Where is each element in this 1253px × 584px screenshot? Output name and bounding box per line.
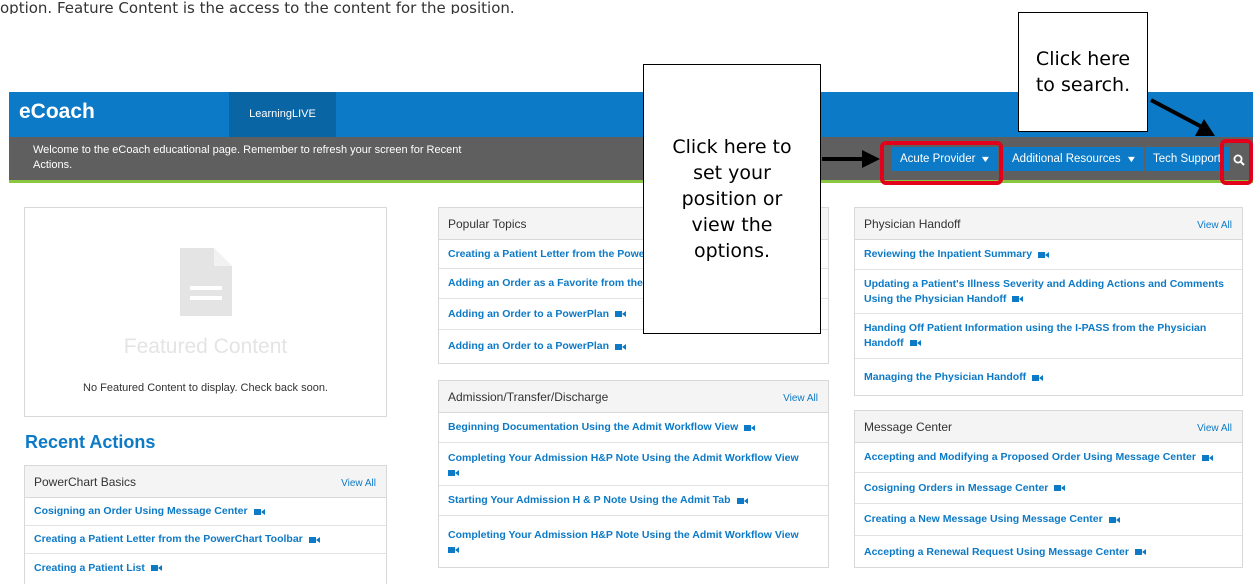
list-item[interactable]: Managing the Physician Handoff <box>855 359 1242 396</box>
video-camera-icon <box>1038 251 1050 258</box>
search-highlight <box>1220 139 1253 185</box>
view-all-link[interactable]: View All <box>341 478 376 489</box>
list-item-label: Cosigning Orders in Message Center <box>864 481 1049 494</box>
featured-content-title: Featured Content <box>123 335 288 358</box>
list-item-label: Managing the Physician Handoff <box>864 371 1027 383</box>
panel-title: Physician Handoff <box>864 217 961 231</box>
list-item-label: Completing Your Admission H&P Note Using… <box>448 529 799 541</box>
list-item[interactable]: Starting Your Admission H & P Note Using… <box>439 486 828 516</box>
list-item[interactable]: Completing Your Admission H&P Note Using… <box>439 516 828 566</box>
video-camera-icon <box>1012 295 1024 302</box>
panel-powerchart-basics: PowerChart Basics View All Cosigning an … <box>24 465 387 584</box>
video-camera-icon <box>909 340 921 347</box>
panel-title: PowerChart Basics <box>34 475 137 489</box>
list-item-text-wrap: Completing Your Admission H&P Note Using… <box>448 451 799 477</box>
panel-physician-handoff: Physician Handoff View All Reviewing the… <box>854 207 1243 396</box>
recent-actions-heading: Recent Actions <box>25 432 156 452</box>
additional-resources-label: Additional Resources <box>1012 153 1121 165</box>
tech-support-button[interactable]: Tech Support <box>1145 147 1229 171</box>
list-item-label: Creating a Patient List <box>34 561 145 574</box>
list-item-label: Beginning Documentation Using the Admit … <box>448 421 739 433</box>
list-item[interactable]: Completing Your Admission H&P Note Using… <box>439 443 828 486</box>
panel-title: Message Center <box>864 420 953 434</box>
list-item-text-wrap: Handing Off Patient Information using th… <box>864 321 1233 351</box>
video-camera-icon <box>615 343 627 350</box>
list-item[interactable]: Handing Off Patient Information using th… <box>855 314 1242 359</box>
list-item-label: Accepting a Renewal Request Using Messag… <box>864 545 1129 558</box>
list-item-label: Adding an Order to a PowerPlan <box>448 340 610 352</box>
view-all-link[interactable]: View All <box>783 393 818 404</box>
list-item[interactable]: Creating a New Message Using Message Cen… <box>855 504 1242 536</box>
panel-header: PowerChart Basics View All <box>25 466 386 498</box>
panel-header: Message Center View All <box>855 411 1242 443</box>
list-item[interactable]: Beginning Documentation Using the Admit … <box>439 413 828 443</box>
panel-message-center: Message Center View All Accepting and Mo… <box>854 410 1243 568</box>
app-logo[interactable]: eCoach <box>19 100 95 124</box>
video-camera-icon <box>1032 374 1044 381</box>
list-item-text-wrap: Updating a Patient's Illness Severity an… <box>864 277 1233 307</box>
video-camera-icon <box>150 565 162 571</box>
list-item[interactable]: Cosigning Orders in Message Center <box>855 473 1242 504</box>
list-item[interactable]: Updating a Patient's Illness Severity an… <box>855 270 1242 314</box>
welcome-message: Welcome to the eCoach educational page. … <box>33 144 462 171</box>
list-item-label: Adding an Order to a PowerPlan <box>448 307 610 320</box>
panel-title: Popular Topics <box>448 217 527 231</box>
document-icon <box>180 248 232 316</box>
panel-header: Admission/Transfer/Discharge View All <box>439 381 828 413</box>
list-item-label: Creating a New Message Using Message Cen… <box>864 513 1103 525</box>
video-camera-icon <box>1054 485 1066 491</box>
video-camera-icon <box>736 497 748 504</box>
video-camera-icon <box>1108 516 1120 523</box>
list-item-label: Creating a Patient Letter from the Power… <box>34 533 303 545</box>
video-camera-icon <box>253 508 265 515</box>
view-all-link[interactable]: View All <box>1197 220 1232 231</box>
chevron-down-icon: ▼ <box>1125 154 1137 164</box>
list-item-label: Updating a Patient's Illness Severity an… <box>864 277 1224 305</box>
video-camera-icon <box>615 311 627 317</box>
list-item-label: Starting Your Admission H & P Note Using… <box>448 494 731 506</box>
callout-position: Click here to set your position or view … <box>643 64 821 334</box>
panel-title: Admission/Transfer/Discharge <box>448 390 609 404</box>
list-item[interactable]: Accepting a Renewal Request Using Messag… <box>855 536 1242 568</box>
callout-search-text: Click here to search. <box>1035 48 1131 96</box>
video-camera-icon <box>448 470 459 476</box>
list-item[interactable]: Accepting and Modifying a Proposed Order… <box>855 443 1242 473</box>
list-item-label: Reviewing the Inpatient Summary <box>864 248 1033 260</box>
list-item[interactable]: Creating a Patient Letter from the Power… <box>25 526 386 554</box>
list-item-label: Cosigning an Order Using Message Center <box>34 505 248 517</box>
list-item[interactable]: Cosigning an Order Using Message Center <box>25 498 386 526</box>
callout-position-text: Click here to set your position or view … <box>672 136 792 262</box>
video-camera-icon <box>448 547 459 553</box>
intro-text: option. Feature Content is the access to… <box>0 0 515 14</box>
list-item-label: Accepting and Modifying a Proposed Order… <box>864 451 1196 463</box>
list-item[interactable]: Creating a Patient List <box>25 554 386 582</box>
video-camera-icon <box>744 424 756 431</box>
panel-admission-transfer-discharge: Admission/Transfer/Discharge View All Be… <box>438 380 829 568</box>
page-root: { "intro_text": "option. Feature Content… <box>0 0 1253 584</box>
view-all-link[interactable]: View All <box>1197 423 1232 434</box>
callout-search: Click here to search. <box>1018 12 1148 132</box>
video-camera-icon <box>1201 454 1213 461</box>
list-item[interactable]: Reviewing the Inpatient Summary <box>855 240 1242 270</box>
video-camera-icon <box>1134 549 1146 555</box>
video-camera-icon <box>308 536 320 543</box>
position-highlight <box>880 141 1003 185</box>
featured-content-empty: No Featured Content to display. Check ba… <box>83 382 328 394</box>
tab-learninglive[interactable]: LearningLIVE <box>229 92 336 137</box>
additional-resources-dropdown[interactable]: Additional Resources ▼ <box>1004 147 1144 171</box>
list-item-text-wrap: Completing Your Admission H&P Note Using… <box>448 528 799 554</box>
list-item-label: Completing Your Admission H&P Note Using… <box>448 452 799 464</box>
list-item[interactable]: Adding an Order to a PowerPlan <box>439 330 828 363</box>
featured-content-card: Featured Content No Featured Content to … <box>24 207 387 417</box>
panel-header: Physician Handoff View All <box>855 208 1242 240</box>
welcome-bar: Welcome to the eCoach educational page. … <box>9 137 1253 183</box>
